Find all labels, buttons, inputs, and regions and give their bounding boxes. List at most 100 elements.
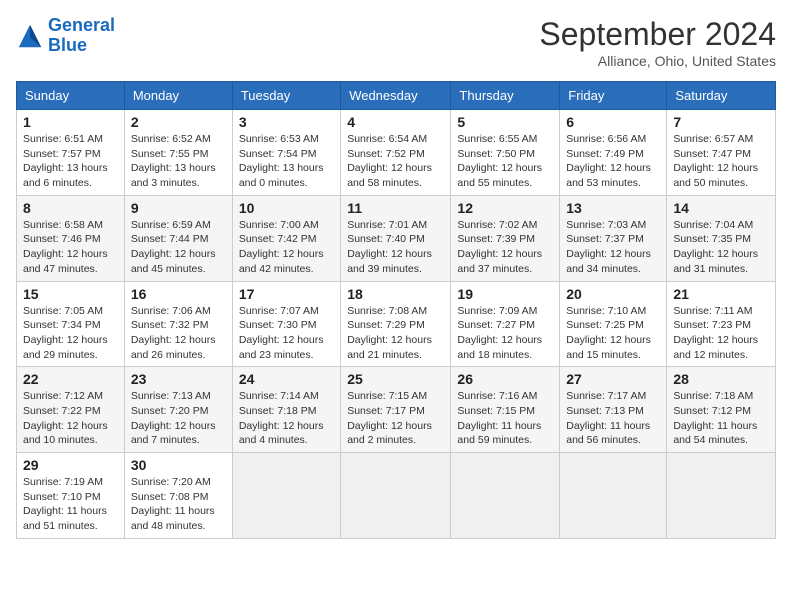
location: Alliance, Ohio, United States — [539, 53, 776, 69]
day-cell: 10 Sunrise: 7:00 AM Sunset: 7:42 PM Dayl… — [232, 195, 340, 281]
day-info: Sunrise: 7:20 AM Sunset: 7:08 PM Dayligh… — [131, 475, 226, 534]
day-number: 26 — [457, 371, 553, 387]
day-info: Sunrise: 7:15 AM Sunset: 7:17 PM Dayligh… — [347, 389, 444, 448]
day-number: 22 — [23, 371, 118, 387]
day-info: Sunrise: 7:00 AM Sunset: 7:42 PM Dayligh… — [239, 218, 334, 277]
day-number: 17 — [239, 286, 334, 302]
day-cell: 7 Sunrise: 6:57 AM Sunset: 7:47 PM Dayli… — [667, 110, 776, 196]
day-cell: 29 Sunrise: 7:19 AM Sunset: 7:10 PM Dayl… — [17, 453, 125, 539]
day-info: Sunrise: 6:59 AM Sunset: 7:44 PM Dayligh… — [131, 218, 226, 277]
day-cell: 5 Sunrise: 6:55 AM Sunset: 7:50 PM Dayli… — [451, 110, 560, 196]
day-number: 2 — [131, 114, 226, 130]
day-cell — [232, 453, 340, 539]
day-info: Sunrise: 6:58 AM Sunset: 7:46 PM Dayligh… — [23, 218, 118, 277]
day-info: Sunrise: 7:12 AM Sunset: 7:22 PM Dayligh… — [23, 389, 118, 448]
day-number: 29 — [23, 457, 118, 473]
day-info: Sunrise: 7:01 AM Sunset: 7:40 PM Dayligh… — [347, 218, 444, 277]
day-number: 18 — [347, 286, 444, 302]
col-header-sunday: Sunday — [17, 82, 125, 110]
day-cell — [667, 453, 776, 539]
day-cell — [451, 453, 560, 539]
day-cell: 18 Sunrise: 7:08 AM Sunset: 7:29 PM Dayl… — [341, 281, 451, 367]
day-cell: 22 Sunrise: 7:12 AM Sunset: 7:22 PM Dayl… — [17, 367, 125, 453]
day-number: 12 — [457, 200, 553, 216]
day-number: 11 — [347, 200, 444, 216]
day-info: Sunrise: 7:14 AM Sunset: 7:18 PM Dayligh… — [239, 389, 334, 448]
day-cell: 15 Sunrise: 7:05 AM Sunset: 7:34 PM Dayl… — [17, 281, 125, 367]
day-number: 23 — [131, 371, 226, 387]
day-info: Sunrise: 7:08 AM Sunset: 7:29 PM Dayligh… — [347, 304, 444, 363]
week-row-1: 1 Sunrise: 6:51 AM Sunset: 7:57 PM Dayli… — [17, 110, 776, 196]
day-cell: 4 Sunrise: 6:54 AM Sunset: 7:52 PM Dayli… — [341, 110, 451, 196]
day-cell: 14 Sunrise: 7:04 AM Sunset: 7:35 PM Dayl… — [667, 195, 776, 281]
day-number: 20 — [566, 286, 660, 302]
col-header-wednesday: Wednesday — [341, 82, 451, 110]
logo-icon — [16, 22, 44, 50]
day-cell: 12 Sunrise: 7:02 AM Sunset: 7:39 PM Dayl… — [451, 195, 560, 281]
logo-general: General — [48, 15, 115, 35]
day-info: Sunrise: 7:02 AM Sunset: 7:39 PM Dayligh… — [457, 218, 553, 277]
page-header: General Blue September 2024 Alliance, Oh… — [16, 16, 776, 69]
week-row-4: 22 Sunrise: 7:12 AM Sunset: 7:22 PM Dayl… — [17, 367, 776, 453]
day-cell: 23 Sunrise: 7:13 AM Sunset: 7:20 PM Dayl… — [124, 367, 232, 453]
day-cell: 19 Sunrise: 7:09 AM Sunset: 7:27 PM Dayl… — [451, 281, 560, 367]
day-cell: 2 Sunrise: 6:52 AM Sunset: 7:55 PM Dayli… — [124, 110, 232, 196]
day-number: 1 — [23, 114, 118, 130]
day-cell: 8 Sunrise: 6:58 AM Sunset: 7:46 PM Dayli… — [17, 195, 125, 281]
day-number: 6 — [566, 114, 660, 130]
day-info: Sunrise: 7:07 AM Sunset: 7:30 PM Dayligh… — [239, 304, 334, 363]
day-cell: 1 Sunrise: 6:51 AM Sunset: 7:57 PM Dayli… — [17, 110, 125, 196]
day-number: 13 — [566, 200, 660, 216]
day-number: 16 — [131, 286, 226, 302]
calendar-table: SundayMondayTuesdayWednesdayThursdayFrid… — [16, 81, 776, 539]
day-number: 5 — [457, 114, 553, 130]
day-number: 9 — [131, 200, 226, 216]
logo: General Blue — [16, 16, 115, 56]
day-cell: 13 Sunrise: 7:03 AM Sunset: 7:37 PM Dayl… — [560, 195, 667, 281]
month-title: September 2024 — [539, 16, 776, 53]
day-cell: 25 Sunrise: 7:15 AM Sunset: 7:17 PM Dayl… — [341, 367, 451, 453]
day-info: Sunrise: 7:09 AM Sunset: 7:27 PM Dayligh… — [457, 304, 553, 363]
col-header-friday: Friday — [560, 82, 667, 110]
header-row: SundayMondayTuesdayWednesdayThursdayFrid… — [17, 82, 776, 110]
week-row-2: 8 Sunrise: 6:58 AM Sunset: 7:46 PM Dayli… — [17, 195, 776, 281]
day-cell — [560, 453, 667, 539]
logo-blue: Blue — [48, 36, 115, 56]
day-info: Sunrise: 6:57 AM Sunset: 7:47 PM Dayligh… — [673, 132, 769, 191]
day-info: Sunrise: 7:10 AM Sunset: 7:25 PM Dayligh… — [566, 304, 660, 363]
day-cell: 30 Sunrise: 7:20 AM Sunset: 7:08 PM Dayl… — [124, 453, 232, 539]
day-info: Sunrise: 6:51 AM Sunset: 7:57 PM Dayligh… — [23, 132, 118, 191]
week-row-3: 15 Sunrise: 7:05 AM Sunset: 7:34 PM Dayl… — [17, 281, 776, 367]
day-cell: 21 Sunrise: 7:11 AM Sunset: 7:23 PM Dayl… — [667, 281, 776, 367]
week-row-5: 29 Sunrise: 7:19 AM Sunset: 7:10 PM Dayl… — [17, 453, 776, 539]
logo-text: General Blue — [48, 16, 115, 56]
day-number: 3 — [239, 114, 334, 130]
day-info: Sunrise: 7:13 AM Sunset: 7:20 PM Dayligh… — [131, 389, 226, 448]
day-info: Sunrise: 7:11 AM Sunset: 7:23 PM Dayligh… — [673, 304, 769, 363]
day-number: 7 — [673, 114, 769, 130]
day-info: Sunrise: 6:53 AM Sunset: 7:54 PM Dayligh… — [239, 132, 334, 191]
day-number: 19 — [457, 286, 553, 302]
day-cell: 17 Sunrise: 7:07 AM Sunset: 7:30 PM Dayl… — [232, 281, 340, 367]
day-info: Sunrise: 7:03 AM Sunset: 7:37 PM Dayligh… — [566, 218, 660, 277]
day-info: Sunrise: 7:04 AM Sunset: 7:35 PM Dayligh… — [673, 218, 769, 277]
day-number: 28 — [673, 371, 769, 387]
day-info: Sunrise: 7:17 AM Sunset: 7:13 PM Dayligh… — [566, 389, 660, 448]
col-header-monday: Monday — [124, 82, 232, 110]
day-cell: 28 Sunrise: 7:18 AM Sunset: 7:12 PM Dayl… — [667, 367, 776, 453]
day-cell: 9 Sunrise: 6:59 AM Sunset: 7:44 PM Dayli… — [124, 195, 232, 281]
day-info: Sunrise: 6:54 AM Sunset: 7:52 PM Dayligh… — [347, 132, 444, 191]
col-header-tuesday: Tuesday — [232, 82, 340, 110]
day-cell: 24 Sunrise: 7:14 AM Sunset: 7:18 PM Dayl… — [232, 367, 340, 453]
day-cell: 6 Sunrise: 6:56 AM Sunset: 7:49 PM Dayli… — [560, 110, 667, 196]
day-number: 8 — [23, 200, 118, 216]
day-info: Sunrise: 7:05 AM Sunset: 7:34 PM Dayligh… — [23, 304, 118, 363]
day-cell: 16 Sunrise: 7:06 AM Sunset: 7:32 PM Dayl… — [124, 281, 232, 367]
day-info: Sunrise: 7:18 AM Sunset: 7:12 PM Dayligh… — [673, 389, 769, 448]
day-number: 21 — [673, 286, 769, 302]
day-info: Sunrise: 6:52 AM Sunset: 7:55 PM Dayligh… — [131, 132, 226, 191]
col-header-saturday: Saturday — [667, 82, 776, 110]
day-number: 25 — [347, 371, 444, 387]
day-cell: 26 Sunrise: 7:16 AM Sunset: 7:15 PM Dayl… — [451, 367, 560, 453]
title-block: September 2024 Alliance, Ohio, United St… — [539, 16, 776, 69]
